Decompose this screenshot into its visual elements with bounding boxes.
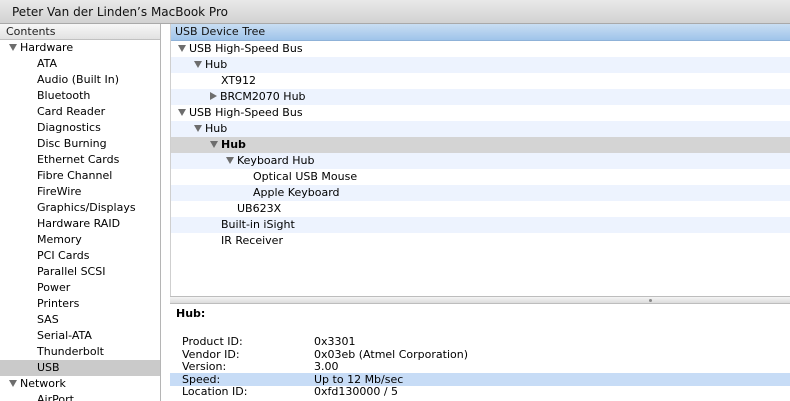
sidebar-item[interactable]: AirPort <box>0 392 160 401</box>
property-key: Product ID: <box>182 335 243 348</box>
tree-row[interactable]: Hub <box>171 137 790 153</box>
tree-row[interactable]: USB High-Speed Bus <box>171 105 790 121</box>
sidebar-item[interactable]: Thunderbolt <box>0 344 160 360</box>
tree-row[interactable]: Apple Keyboard <box>171 185 790 201</box>
window-titlebar: Peter Van der Linden’s MacBook Pro <box>0 0 790 24</box>
tree-row[interactable]: IR Receiver <box>171 233 790 249</box>
details-pane: Hub: Product ID: 0x3301 Vendor ID: 0x03eb (… <box>170 304 790 401</box>
sidebar-section-label: Hardware <box>20 41 74 54</box>
sidebar-section-label: Network <box>20 377 66 390</box>
disclosure-triangle-icon[interactable] <box>210 141 218 148</box>
sidebar-item[interactable]: Disc Burning <box>0 136 160 152</box>
tree-row-label: BRCM2070 Hub <box>220 90 306 103</box>
sidebar-item[interactable]: Card Reader <box>0 104 160 120</box>
tree-row[interactable]: Keyboard Hub <box>171 153 790 169</box>
sidebar-header: Contents <box>0 24 160 40</box>
property-value: 0x3301 <box>314 335 356 348</box>
property-row: Version: 3.00 <box>170 360 790 373</box>
tree-row-label: Hub <box>205 58 228 71</box>
property-row: Vendor ID: 0x03eb (Atmel Corporation) <box>170 348 790 361</box>
disclosure-triangle-icon[interactable] <box>194 61 202 68</box>
disclosure-triangle-icon[interactable] <box>178 45 186 52</box>
disclosure-triangle-icon[interactable] <box>9 380 17 387</box>
property-row: Product ID: 0x3301 <box>170 335 790 348</box>
contents-sidebar: Contents Hardware ATA Audio (Built In) Blue… <box>0 24 161 401</box>
sidebar-list: Hardware ATA Audio (Built In) Bluetooth Card… <box>0 40 160 401</box>
sidebar-section-network[interactable]: Network <box>0 376 160 392</box>
pane-splitter[interactable] <box>170 296 790 304</box>
tree-row[interactable]: Hub <box>171 121 790 137</box>
property-key: Location ID: <box>182 385 248 399</box>
tree-header[interactable]: USB Device Tree <box>171 24 790 41</box>
tree-row[interactable]: XT912 <box>171 73 790 89</box>
sidebar-item[interactable]: Parallel SCSI <box>0 264 160 280</box>
property-key: Version: <box>182 360 227 374</box>
property-value: 0xfd130000 / 5 <box>314 385 399 399</box>
property-row: Speed: Up to 12 Mb/sec <box>170 372 790 386</box>
sidebar-item[interactable]: Graphics/Displays <box>0 200 160 216</box>
sidebar-item[interactable]: Hardware RAID <box>0 216 160 232</box>
sidebar-item[interactable]: Diagnostics <box>0 120 160 136</box>
tree-row[interactable]: Optical USB Mouse <box>171 169 790 185</box>
sidebar-item[interactable]: FireWire <box>0 184 160 200</box>
tree-row-label: Hub <box>205 122 228 135</box>
tree-list: USB High-Speed Bus Hub XT912 BRCM2070 Hub US… <box>171 41 790 249</box>
tree-row-label: Keyboard Hub <box>237 154 315 167</box>
sidebar-item[interactable]: Bluetooth <box>0 88 160 104</box>
tree-row-label: USB High-Speed Bus <box>189 106 303 119</box>
tree-row-label: Apple Keyboard <box>253 186 340 199</box>
tree-row-label: USB High-Speed Bus <box>189 42 303 55</box>
sidebar-section-hardware[interactable]: Hardware <box>0 40 160 56</box>
property-value: Up to 12 Mb/sec <box>314 372 404 386</box>
sidebar-item[interactable]: Printers <box>0 296 160 312</box>
disclosure-triangle-icon[interactable] <box>194 125 202 132</box>
disclosure-triangle-icon[interactable] <box>210 92 217 100</box>
property-value: 0x03eb (Atmel Corporation) <box>314 347 468 361</box>
disclosure-triangle-icon[interactable] <box>9 44 17 51</box>
sidebar-item[interactable]: Fibre Channel <box>0 168 160 184</box>
tree-row-label: UB623X <box>237 202 282 215</box>
window-title: Peter Van der Linden’s MacBook Pro <box>12 5 228 19</box>
sidebar-item[interactable]: Serial-ATA <box>0 328 160 344</box>
disclosure-triangle-icon[interactable] <box>178 109 186 116</box>
sidebar-item[interactable]: Ethernet Cards <box>0 152 160 168</box>
sidebar-item[interactable]: USB <box>0 360 160 376</box>
splitter-grip-icon[interactable] <box>649 299 652 302</box>
tree-row-label: Optical USB Mouse <box>253 170 358 183</box>
tree-row[interactable]: Built-in iSight <box>171 217 790 233</box>
tree-row[interactable]: Hub <box>171 57 790 73</box>
property-key: Vendor ID: <box>182 347 240 361</box>
tree-row-label: XT912 <box>221 74 257 87</box>
property-row: Location ID: 0xfd130000 / 5 <box>170 385 790 398</box>
tree-row-label: IR Receiver <box>221 234 283 247</box>
tree-row[interactable]: BRCM2070 Hub <box>171 89 790 105</box>
tree-row-label: Built-in iSight <box>221 218 295 231</box>
disclosure-triangle-icon[interactable] <box>226 157 234 164</box>
sidebar-item[interactable]: Memory <box>0 232 160 248</box>
tree-row-label: Hub <box>221 138 246 151</box>
sidebar-item[interactable]: SAS <box>0 312 160 328</box>
property-value: 3.00 <box>314 360 339 374</box>
details-title: Hub: <box>176 307 206 320</box>
sidebar-item[interactable]: Audio (Built In) <box>0 72 160 88</box>
property-key: Speed: <box>182 372 221 386</box>
sidebar-item[interactable]: ATA <box>0 56 160 72</box>
usb-device-tree: USB Device Tree USB High-Speed Bus Hub XT9… <box>170 24 790 296</box>
tree-row[interactable]: UB623X <box>171 201 790 217</box>
sidebar-item[interactable]: Power <box>0 280 160 296</box>
tree-row[interactable]: USB High-Speed Bus <box>171 41 790 57</box>
sidebar-item[interactable]: PCI Cards <box>0 248 160 264</box>
